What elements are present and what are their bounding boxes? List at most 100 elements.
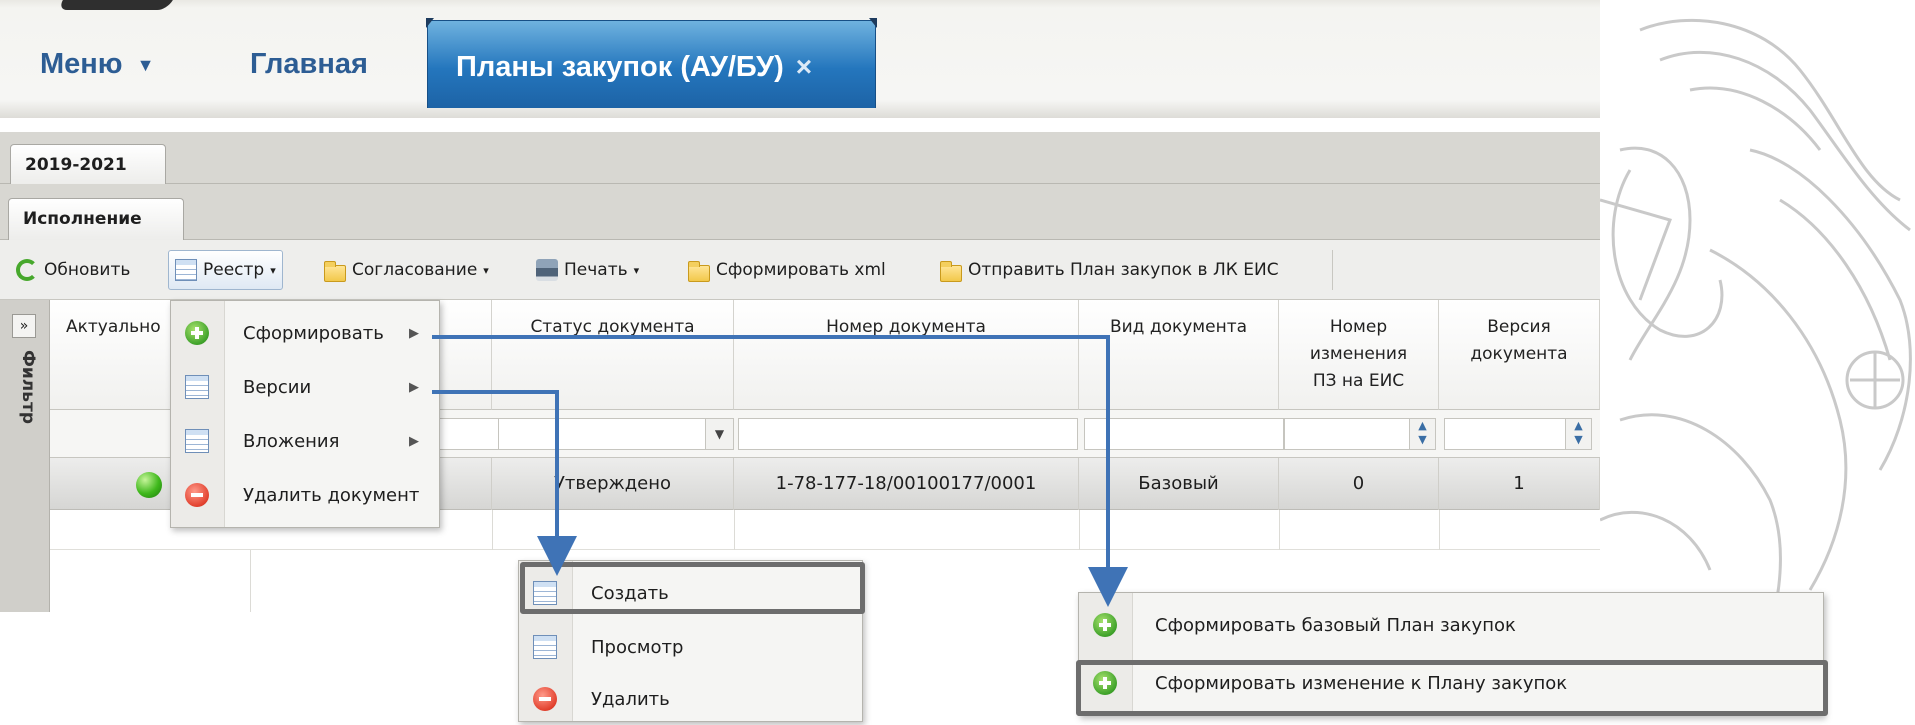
toolbar-divider [1332,250,1333,290]
grid-line [1279,510,1280,550]
logo-fragment [57,0,173,10]
menu-item-attachments-label: Вложения [243,430,340,452]
grid-line [250,550,251,612]
table-icon [175,259,197,281]
nav-menu-button[interactable]: Меню ▼ [40,48,154,81]
menu-item-attachments[interactable]: Вложения ▶ [171,415,441,467]
tab-procurement-plans-label: Планы закупок (АУ/БУ) [456,51,784,83]
folder-icon [324,260,346,282]
print-button[interactable]: Печать ▾ [530,250,645,290]
registry-label: Реестр [203,260,265,280]
generate-menu: Сформировать базовый План закупок Сформи… [1078,592,1824,716]
filter-change-number-spinner[interactable]: ▲ ▼ [1284,418,1436,450]
generate-xml-label: Сформировать xml [716,260,886,280]
tab-corner-left [426,18,434,28]
column-header-status[interactable]: Статус документа [492,300,734,410]
menu-item-generate-base-plan-label: Сформировать базовый План закупок [1155,614,1516,636]
chevron-down-icon: ▾ [483,263,489,277]
chevron-down-icon: ▾ [270,263,276,277]
cell-number: 1-78-177-18/00100177/0001 [734,458,1079,510]
menu-item-generate-plan-change-label: Сформировать изменение к Плану закупок [1155,672,1568,694]
refresh-icon [16,259,38,281]
approval-label: Согласование [352,260,478,280]
table-icon [185,375,209,399]
expand-icon[interactable]: » [12,314,36,338]
menu-item-versions-label: Версии [243,376,312,398]
add-icon [185,321,209,345]
remove-icon [185,483,209,507]
menu-item-delete-label: Удалить [591,688,670,710]
year-tab-strip: 2019-2021 [0,132,1600,184]
tab-corner-right [869,18,877,28]
menu-item-generate-label: Сформировать [243,322,384,344]
column-header-change-number[interactable]: Номер изменения ПЗ на ЕИС [1279,300,1439,410]
table-icon [533,635,557,659]
generate-xml-button[interactable]: Сформировать xml [682,250,892,290]
menu-item-create[interactable]: Создать [519,567,864,619]
cell-status: Утверждено [492,458,734,510]
submenu-arrow-icon: ▶ [409,325,419,341]
remove-icon [533,687,557,711]
printer-icon [536,259,558,281]
cell-version: 1 [1439,458,1600,510]
toolbar: Обновить Реестр ▾ Согласование ▾ Печать … [0,240,1600,300]
submenu-arrow-icon: ▶ [409,433,419,449]
registry-menu: Сформировать ▶ Версии ▶ Вложения ▶ Удали… [170,300,440,528]
chevron-down-icon: ▼ [136,54,155,75]
refresh-button[interactable]: Обновить [10,250,136,290]
chevron-down-icon: ▾ [633,263,640,277]
filter-status-select[interactable]: ▼ [498,418,734,450]
add-icon [1093,613,1117,637]
table-icon [185,429,209,453]
submenu-arrow-icon: ▶ [409,379,419,395]
page-background-left [0,612,50,722]
send-plan-label: Отправить План закупок в ЛК ЕИС [968,260,1279,280]
menu-item-delete[interactable]: Удалить [519,673,864,725]
cell-change-number: 0 [1279,458,1439,510]
refresh-label: Обновить [44,260,131,280]
grid-line [1079,510,1080,550]
chevron-down-icon: ▼ [705,419,733,449]
column-header-version[interactable]: Версия документа [1439,300,1600,410]
menu-item-versions[interactable]: Версии ▶ [171,361,441,413]
menu-item-delete-document-label: Удалить документ [243,484,420,506]
tab-execution[interactable]: Исполнение [8,198,184,240]
add-icon [1093,671,1117,695]
column-header-kind[interactable]: Вид документа [1079,300,1279,410]
versions-menu: Создать Просмотр Удалить [518,560,863,722]
menu-item-delete-document[interactable]: Удалить документ [171,469,441,521]
menu-item-generate-plan-change[interactable]: Сформировать изменение к Плану закупок [1079,657,1825,709]
spinner-arrows-icon[interactable]: ▲ ▼ [1409,419,1435,449]
tab-procurement-plans[interactable]: Планы закупок (АУ/БУ) × [426,18,877,108]
table-icon [533,581,557,605]
folder-icon [688,260,710,282]
registry-button[interactable]: Реестр ▾ [168,250,283,290]
menu-item-view[interactable]: Просмотр [519,621,864,673]
column-header-number[interactable]: Номер документа [734,300,1079,410]
filter-version-spinner[interactable]: ▲ ▼ [1444,418,1592,450]
grid-line [734,510,735,550]
grid-line [492,510,493,550]
spinner-arrows-icon[interactable]: ▲ ▼ [1565,419,1591,449]
approval-button[interactable]: Согласование ▾ [318,250,495,290]
filter-number-input[interactable] [738,418,1078,450]
section-tab-strip: Исполнение [0,184,1600,240]
nav-menu-label: Меню [40,48,123,80]
tab-year[interactable]: 2019-2021 [10,144,166,184]
print-label: Печать [564,260,628,280]
nav-home-link[interactable]: Главная [250,48,368,81]
filter-label: Фильтр [18,350,38,424]
menu-item-view-label: Просмотр [591,636,684,658]
send-plan-button[interactable]: Отправить План закупок в ЛК ЕИС [934,250,1285,290]
menu-item-create-label: Создать [591,582,669,604]
status-active-icon [136,472,162,498]
top-navigation-bar: Меню ▼ Главная Планы закупок (АУ/БУ) × [0,0,1600,118]
menu-item-generate[interactable]: Сформировать ▶ [171,307,441,359]
filter-kind-select[interactable]: ▼ [1084,418,1312,450]
filter-panel-collapsed[interactable]: » Фильтр [0,300,50,612]
close-icon[interactable]: × [796,51,812,82]
menu-item-generate-base-plan[interactable]: Сформировать базовый План закупок [1079,599,1825,651]
grid-line [1439,510,1440,550]
folder-icon [940,260,962,282]
cell-kind: Базовый [1079,458,1279,510]
